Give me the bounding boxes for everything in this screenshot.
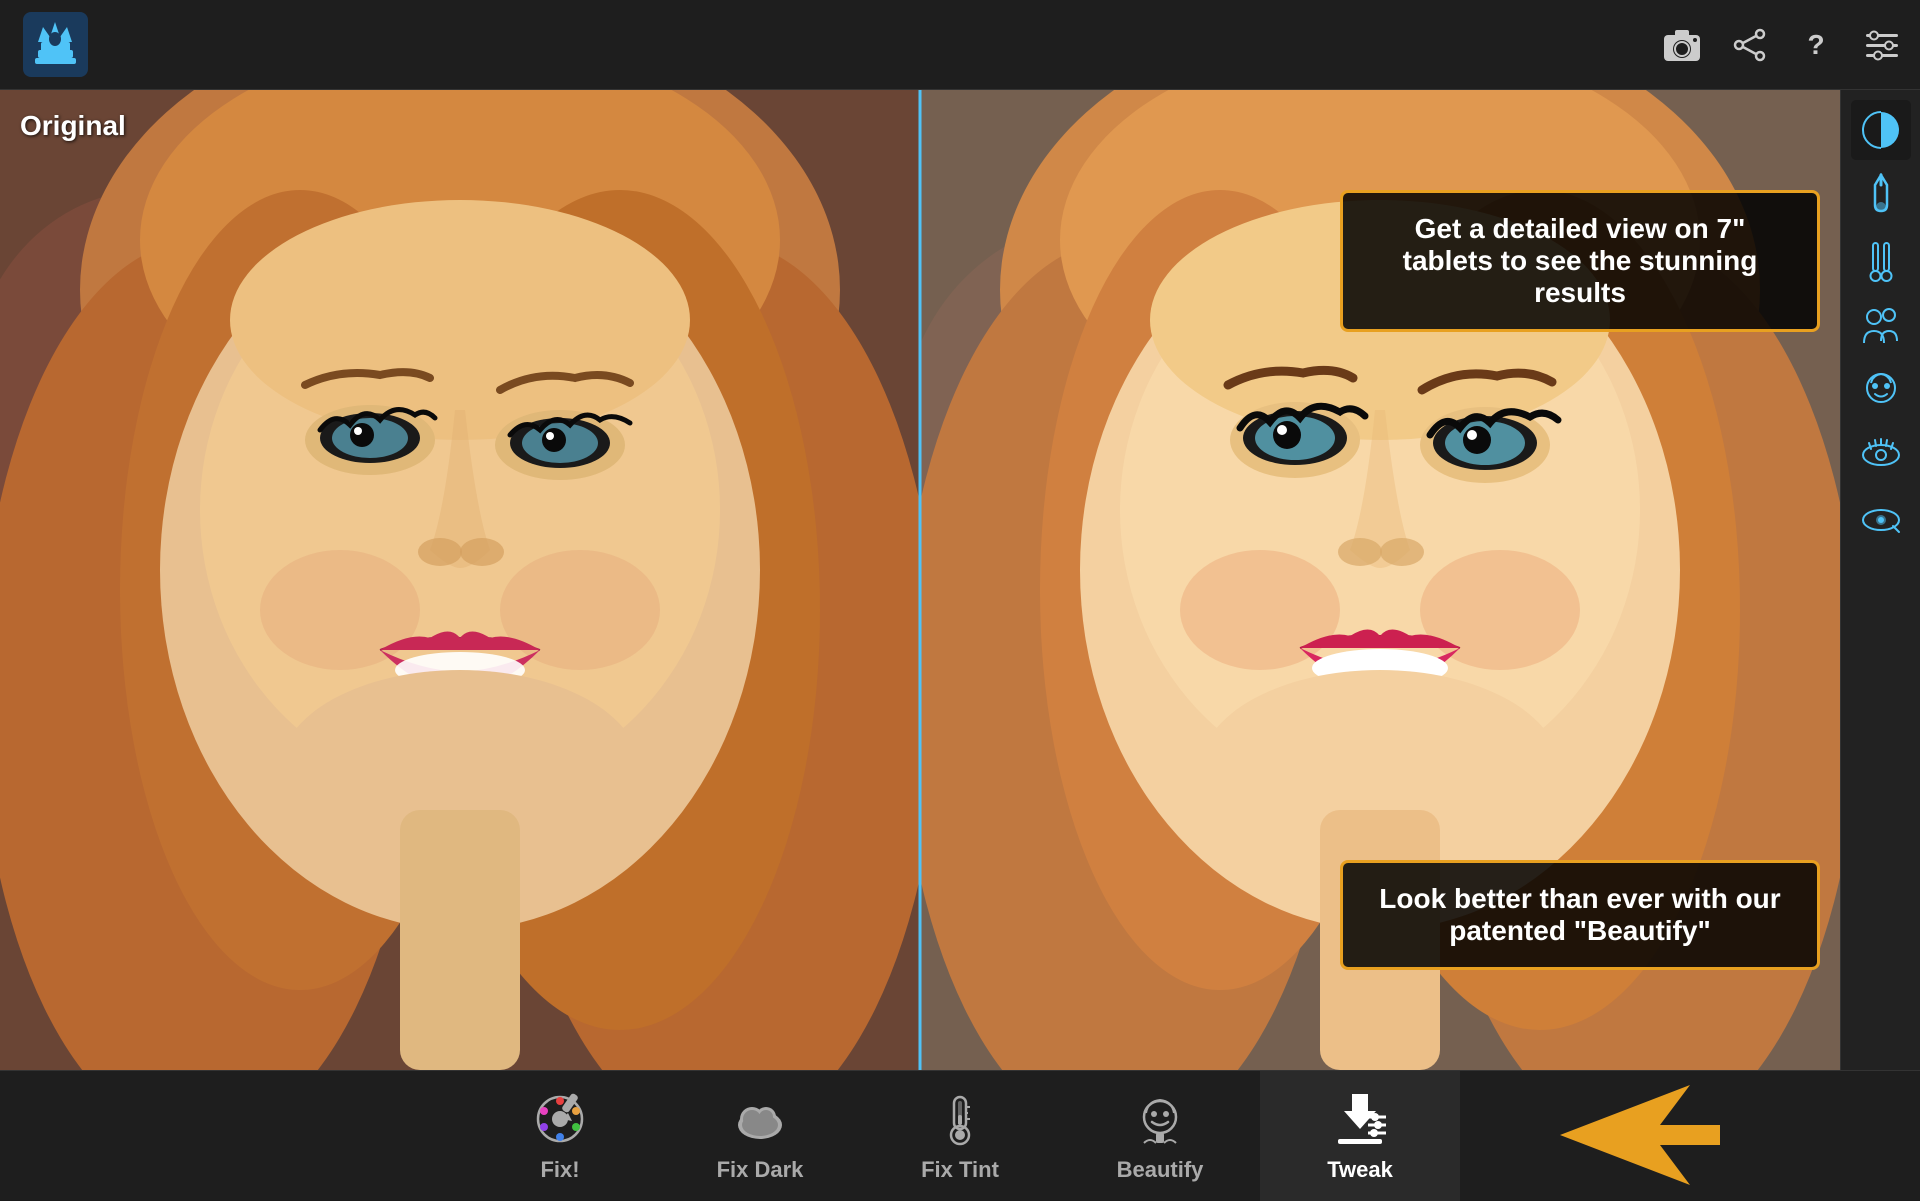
settings-icon[interactable] bbox=[1864, 27, 1900, 63]
sidebar-item-palette[interactable] bbox=[1851, 100, 1911, 160]
tool-tweak-label: Tweak bbox=[1327, 1157, 1393, 1183]
sidebar-item-eye-color[interactable] bbox=[1851, 490, 1911, 550]
tool-beautify-label: Beautify bbox=[1117, 1157, 1204, 1183]
help-icon[interactable]: ? bbox=[1798, 27, 1834, 63]
sidebar bbox=[1840, 90, 1920, 1070]
tool-beautify-icon bbox=[1130, 1089, 1190, 1149]
app-logo[interactable] bbox=[20, 10, 90, 80]
arrow-indicator bbox=[1560, 1085, 1720, 1190]
split-line bbox=[919, 90, 922, 1070]
header-right: ? bbox=[1662, 27, 1900, 63]
tooltip-bottom: Look better than ever with our patented … bbox=[1340, 860, 1820, 970]
header: ? bbox=[0, 0, 1920, 90]
sidebar-item-group[interactable] bbox=[1851, 295, 1911, 355]
tool-fix-icon bbox=[530, 1089, 590, 1149]
tool-fix-dark-label: Fix Dark bbox=[717, 1157, 804, 1183]
sidebar-item-face[interactable] bbox=[1851, 360, 1911, 420]
sidebar-item-temperature[interactable] bbox=[1851, 230, 1911, 290]
tool-fix-tint-label: Fix Tint bbox=[921, 1157, 999, 1183]
tool-fix-dark-icon bbox=[730, 1089, 790, 1149]
tool-fix-label: Fix! bbox=[540, 1157, 579, 1183]
camera-icon[interactable] bbox=[1662, 27, 1702, 63]
tool-tweak-icon bbox=[1330, 1089, 1390, 1149]
original-label: Original bbox=[20, 110, 126, 142]
sidebar-item-dropper[interactable] bbox=[1851, 165, 1911, 225]
svg-text:?: ? bbox=[1807, 29, 1824, 60]
main-image-area[interactable]: Original Get a detailed view on 7" table… bbox=[0, 90, 1840, 1070]
tool-fix-dark[interactable]: Fix Dark bbox=[660, 1071, 860, 1201]
tool-beautify[interactable]: Beautify bbox=[1060, 1071, 1260, 1201]
bottom-toolbar: Fix! Fix Dark bbox=[0, 1070, 1920, 1200]
share-icon[interactable] bbox=[1732, 27, 1768, 63]
tool-fix-tint[interactable]: Fix Tint bbox=[860, 1071, 1060, 1201]
tool-tweak[interactable]: Tweak bbox=[1260, 1071, 1460, 1201]
tooltip-top: Get a detailed view on 7" tablets to see… bbox=[1340, 190, 1820, 332]
tool-fix-tint-icon bbox=[930, 1089, 990, 1149]
tool-fix[interactable]: Fix! bbox=[460, 1071, 660, 1201]
sidebar-item-eye-effect[interactable] bbox=[1851, 425, 1911, 485]
